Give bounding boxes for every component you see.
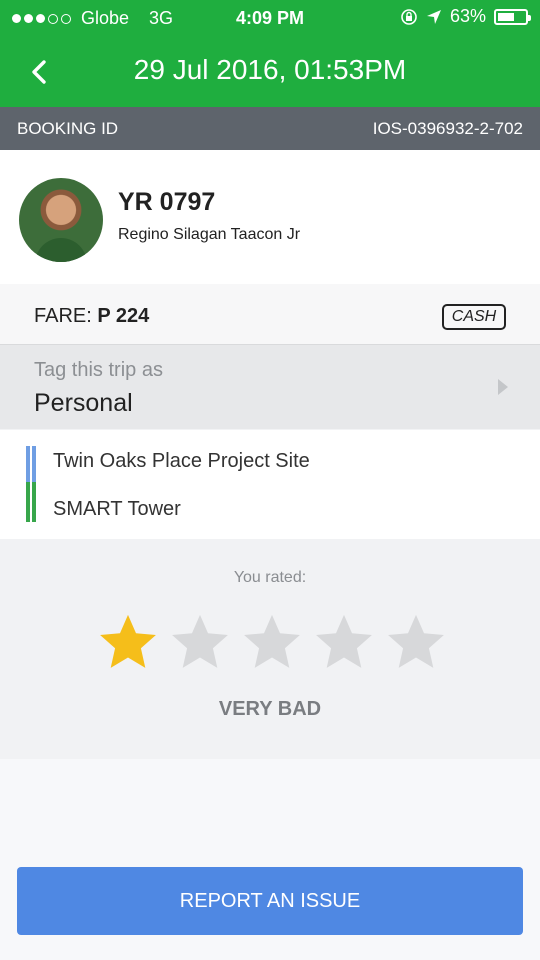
star-icon[interactable] <box>385 611 447 673</box>
tag-trip-row[interactable]: Tag this trip as Personal <box>0 345 540 429</box>
location-arrow-icon <box>426 9 441 24</box>
payment-method-badge: CASH <box>442 304 506 330</box>
avatar-shirt <box>35 238 87 262</box>
star-rating <box>97 611 447 673</box>
battery-percent: 63% <box>449 6 486 26</box>
star-icon[interactable] <box>169 611 231 673</box>
route-section: Twin Oaks Place Project Site SMART Tower <box>0 430 540 539</box>
battery-fill <box>498 12 515 21</box>
nav-bar: 29 Jul 2016, 01:53PM <box>0 36 540 107</box>
booking-id-value: IOS-0396932-2-702 <box>372 119 523 138</box>
pickup-location: Twin Oaks Place Project Site <box>53 450 310 472</box>
chevron-right-icon <box>498 379 508 395</box>
driver-name: Regino Silagan Taacon Jr <box>118 226 301 243</box>
star-icon[interactable] <box>241 611 303 673</box>
status-bar: Globe 3G 4:09 PM 63% <box>0 0 540 36</box>
rating-verdict: VERY BAD <box>218 698 322 720</box>
dropoff-marker <box>26 482 30 522</box>
pickup-marker <box>26 446 30 484</box>
report-issue-button[interactable]: REPORT AN ISSUE <box>17 867 523 935</box>
fare-amount: P 224 <box>97 305 150 327</box>
rating-section: You rated: VERY BAD <box>0 539 540 759</box>
booking-id-label: BOOKING ID <box>17 119 119 138</box>
dropoff-location: SMART Tower <box>53 498 181 520</box>
star-icon[interactable] <box>313 611 375 673</box>
rotation-lock-icon <box>401 8 417 25</box>
tag-value: Personal <box>34 389 133 417</box>
fare-label-text: FARE: <box>34 305 92 327</box>
rating-label: You rated: <box>233 569 307 586</box>
fare-row: FARE: P 224 CASH <box>0 284 540 345</box>
app-header: Globe 3G 4:09 PM 63% 29 Jul 2016, 01:53P… <box>0 0 540 107</box>
driver-card: YR 0797 Regino Silagan Taacon Jr <box>0 150 540 284</box>
status-right: 63% <box>400 6 531 27</box>
driver-avatar <box>19 178 103 262</box>
page-title: 29 Jul 2016, 01:53PM <box>133 54 407 85</box>
star-icon[interactable] <box>97 611 159 673</box>
booking-id-bar: BOOKING ID IOS-0396932-2-702 <box>0 107 540 150</box>
vehicle-plate: YR 0797 <box>118 188 216 216</box>
battery-icon <box>494 8 531 25</box>
tag-hint: Tag this trip as <box>34 359 163 381</box>
fare-label: FARE: P 224 <box>34 305 149 328</box>
